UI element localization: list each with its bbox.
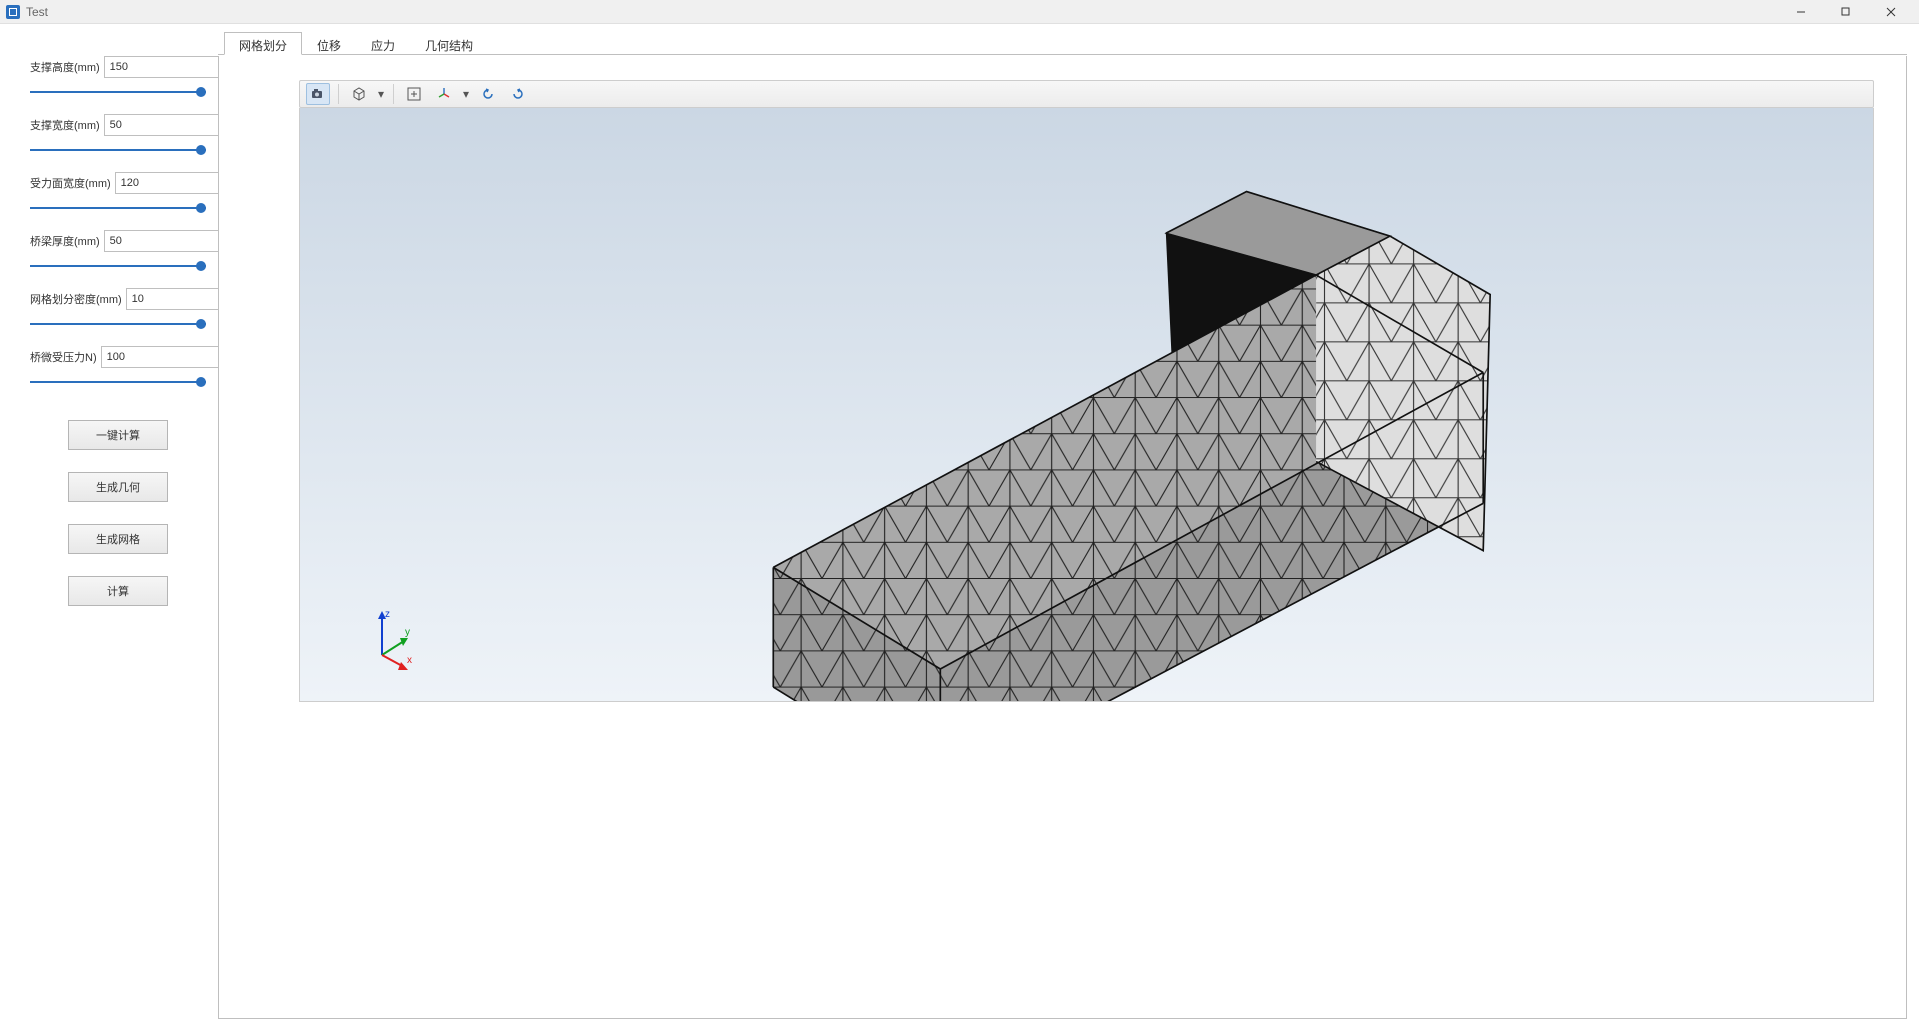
tab-stress[interactable]: 应力 bbox=[356, 32, 410, 55]
generate-geometry-button[interactable]: 生成几何 bbox=[68, 472, 168, 502]
slider-force-face-width[interactable] bbox=[30, 207, 206, 209]
camera-icon[interactable] bbox=[306, 83, 330, 105]
slider-beam-thickness[interactable] bbox=[30, 265, 206, 267]
rotate-ccw-icon[interactable] bbox=[476, 83, 500, 105]
axis-triad: z y x bbox=[362, 605, 432, 675]
axis-z-label: z bbox=[385, 609, 390, 620]
label-bridge-force: 桥微受压力N) bbox=[30, 349, 97, 365]
slider-bridge-force[interactable] bbox=[30, 381, 206, 383]
maximize-button[interactable] bbox=[1823, 0, 1868, 24]
tab-bar: 网格划分 位移 应力 几何结构 bbox=[218, 31, 1907, 55]
minimize-button[interactable] bbox=[1778, 0, 1823, 24]
viewport-panel: ▾ ▾ bbox=[218, 56, 1907, 1019]
calculate-button[interactable]: 计算 bbox=[68, 576, 168, 606]
label-force-face-width: 受力面宽度(mm) bbox=[30, 175, 111, 191]
axis-y-label: y bbox=[405, 627, 410, 638]
axes-dropdown-icon[interactable]: ▾ bbox=[462, 87, 470, 101]
rotate-axes-icon[interactable] bbox=[432, 83, 456, 105]
label-mesh-density: 网格划分密度(mm) bbox=[30, 291, 122, 307]
app-icon bbox=[6, 5, 20, 19]
tab-geometry[interactable]: 几何结构 bbox=[410, 32, 488, 55]
close-button[interactable] bbox=[1868, 0, 1913, 24]
axis-x-label: x bbox=[407, 655, 412, 666]
label-support-width: 支撑宽度(mm) bbox=[30, 117, 100, 133]
title-bar: Test bbox=[0, 0, 1919, 24]
view-toolbar: ▾ ▾ bbox=[299, 80, 1874, 108]
slider-mesh-density[interactable] bbox=[30, 323, 206, 325]
3d-viewport[interactable]: z y x bbox=[299, 108, 1874, 702]
slider-support-height[interactable] bbox=[30, 91, 206, 93]
generate-mesh-button[interactable]: 生成网格 bbox=[68, 524, 168, 554]
cube-dropdown-icon[interactable]: ▾ bbox=[377, 87, 385, 101]
label-beam-thickness: 桥梁厚度(mm) bbox=[30, 233, 100, 249]
rotate-cw-icon[interactable] bbox=[506, 83, 530, 105]
cube-icon[interactable] bbox=[347, 83, 371, 105]
label-support-height: 支撑高度(mm) bbox=[30, 59, 100, 75]
tab-mesh[interactable]: 网格划分 bbox=[224, 32, 302, 55]
slider-support-width[interactable] bbox=[30, 149, 206, 151]
window-title: Test bbox=[26, 5, 48, 19]
fit-view-icon[interactable] bbox=[402, 83, 426, 105]
parameter-panel: 支撑高度(mm) 支撑宽度(mm) 受力面宽度(mm) 桥梁厚度(mm) 网格划… bbox=[8, 32, 218, 1019]
tab-displacement[interactable]: 位移 bbox=[302, 32, 356, 55]
one-click-calc-button[interactable]: 一键计算 bbox=[68, 420, 168, 450]
mesh-model bbox=[300, 108, 1873, 702]
